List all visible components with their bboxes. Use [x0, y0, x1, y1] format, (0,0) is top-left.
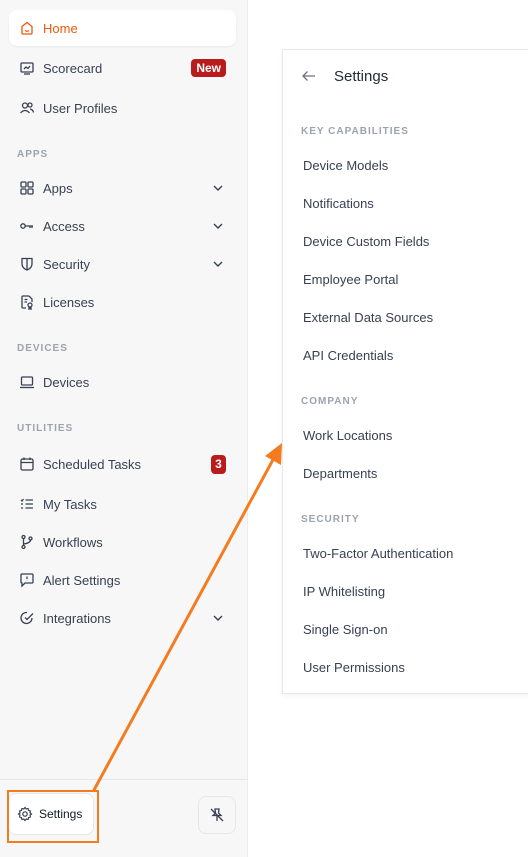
panel-link-device-custom-fields[interactable]: Device Custom Fields	[303, 232, 429, 252]
panel-section-company: COMPANY	[301, 396, 359, 407]
home-icon	[19, 20, 35, 36]
sidebar-item-integrations[interactable]: Integrations	[9, 600, 236, 636]
new-badge: New	[191, 59, 226, 77]
sidebar-item-scorecard[interactable]: Scorecard New	[9, 50, 236, 86]
calendar-icon	[19, 456, 35, 472]
settings-panel: Settings KEY CAPABILITIES Device Models …	[282, 49, 528, 694]
panel-link-user-permissions[interactable]: User Permissions	[303, 658, 405, 678]
section-label-devices: DEVICES	[17, 343, 68, 354]
sidebar-item-apps[interactable]: Apps	[9, 170, 236, 206]
shield-icon	[19, 256, 35, 272]
key-icon	[19, 218, 35, 234]
chevron-down-icon	[213, 223, 223, 229]
annotation-highlight-box	[7, 790, 99, 843]
sidebar-item-label: Apps	[43, 180, 73, 196]
chevron-down-icon	[213, 615, 223, 621]
sidebar-item-label: Licenses	[43, 294, 95, 310]
sidebar-item-label: Access	[43, 218, 85, 234]
apps-grid-icon	[19, 180, 35, 196]
sidebar-item-label: Scheduled Tasks	[43, 456, 142, 472]
count-badge: 3	[211, 454, 226, 474]
panel-link-device-models[interactable]: Device Models	[303, 156, 388, 176]
integrations-icon	[19, 610, 35, 626]
users-icon	[19, 100, 35, 116]
sidebar-item-user-profiles[interactable]: User Profiles	[9, 90, 236, 126]
sidebar: Home Scorecard New User Profiles APPS Ap…	[0, 0, 248, 857]
panel-link-departments[interactable]: Departments	[303, 464, 377, 484]
sidebar-item-home[interactable]: Home	[9, 10, 236, 46]
panel-link-employee-portal[interactable]: Employee Portal	[303, 270, 398, 290]
panel-title: Settings	[334, 67, 389, 85]
alert-message-icon	[19, 572, 35, 588]
sidebar-item-workflows[interactable]: Workflows	[9, 524, 236, 560]
panel-link-two-factor-authentication[interactable]: Two-Factor Authentication	[303, 544, 453, 564]
panel-link-external-data-sources[interactable]: External Data Sources	[303, 308, 433, 328]
settings-panel-header: Settings	[301, 64, 388, 88]
chevron-down-icon	[213, 261, 223, 267]
sidebar-item-label: Workflows	[43, 534, 103, 550]
sidebar-item-label: Security	[43, 256, 90, 272]
sidebar-item-scheduled-tasks[interactable]: Scheduled Tasks 3	[9, 446, 236, 482]
sidebar-item-my-tasks[interactable]: My Tasks	[9, 486, 236, 522]
license-document-icon	[19, 294, 35, 310]
unpin-sidebar-button[interactable]	[198, 796, 236, 834]
pin-off-icon	[210, 808, 224, 822]
sidebar-item-devices[interactable]: Devices	[9, 364, 236, 400]
laptop-icon	[19, 374, 35, 390]
sidebar-item-label: Home	[43, 20, 78, 36]
sidebar-item-alert-settings[interactable]: Alert Settings	[9, 562, 236, 598]
panel-link-single-sign-on[interactable]: Single Sign-on	[303, 620, 388, 640]
back-arrow-icon[interactable]	[301, 68, 317, 84]
scorecard-icon	[19, 60, 35, 76]
panel-section-security: SECURITY	[301, 514, 360, 525]
panel-link-work-locations[interactable]: Work Locations	[303, 426, 392, 446]
sidebar-item-label: Integrations	[43, 610, 111, 626]
sidebar-item-licenses[interactable]: Licenses	[9, 284, 236, 320]
sidebar-item-label: Alert Settings	[43, 572, 121, 588]
workflow-branch-icon	[19, 534, 35, 550]
chevron-down-icon	[213, 185, 223, 191]
section-label-apps: APPS	[17, 149, 49, 160]
sidebar-item-access[interactable]: Access	[9, 208, 236, 244]
panel-link-notifications[interactable]: Notifications	[303, 194, 374, 214]
sidebar-item-label: My Tasks	[43, 496, 97, 512]
panel-link-ip-whitelisting[interactable]: IP Whitelisting	[303, 582, 385, 602]
sidebar-item-label: Scorecard	[43, 60, 103, 76]
sidebar-item-security[interactable]: Security	[9, 246, 236, 282]
task-list-icon	[19, 496, 35, 512]
section-label-utilities: UTILITIES	[17, 423, 74, 434]
sidebar-footer-divider	[0, 779, 248, 780]
sidebar-item-label: User Profiles	[43, 100, 118, 116]
panel-link-api-credentials[interactable]: API Credentials	[303, 346, 393, 366]
sidebar-item-label: Devices	[43, 374, 90, 390]
panel-section-key-capabilities: KEY CAPABILITIES	[301, 126, 409, 137]
